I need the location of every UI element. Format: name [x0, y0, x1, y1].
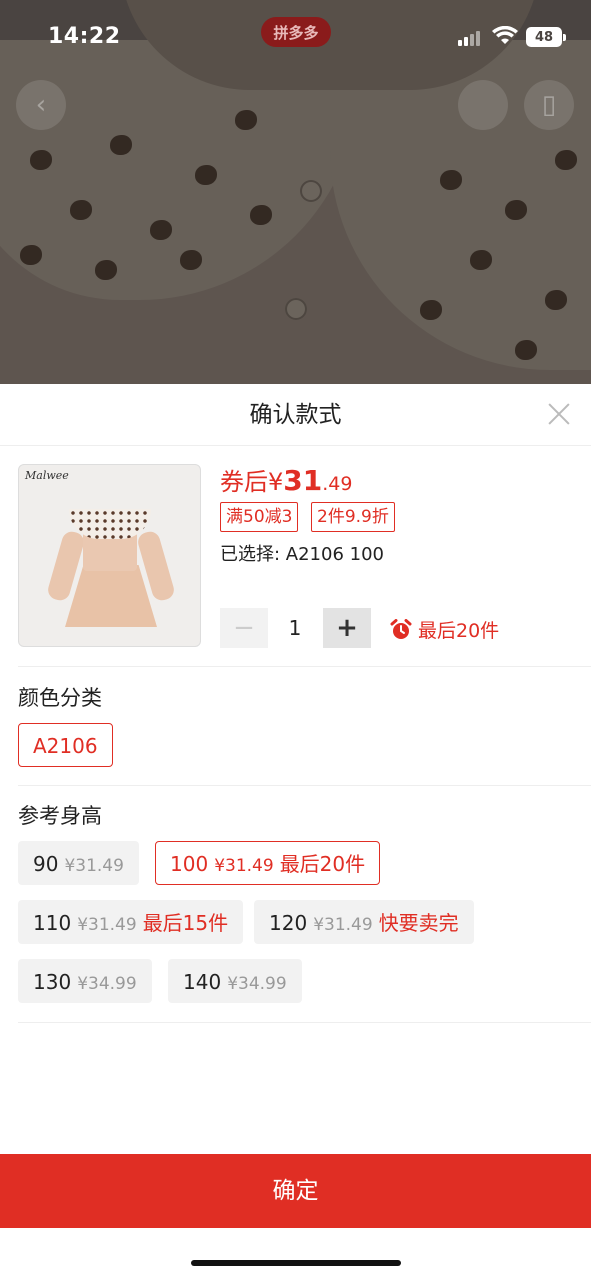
status-time: 14:22 — [48, 24, 121, 49]
size-option-140[interactable]: 140 ¥34.99 — [168, 959, 302, 1003]
status-bar: 14:22 拼多多 48 — [0, 0, 591, 70]
selected-variant-text: 已选择: A2106 100 — [220, 544, 384, 565]
size-option-120[interactable]: 120 ¥31.49 快要卖完 — [254, 900, 474, 944]
size-price: ¥31.49 — [77, 915, 137, 935]
battery-icon: 48 — [526, 27, 566, 47]
promo-badge: 满50减3 — [220, 502, 299, 532]
plus-icon: + — [336, 613, 358, 643]
price: 券后¥31.49 — [220, 462, 352, 497]
stock-warning: 最后20件 — [390, 616, 499, 643]
color-section-title: 颜色分类 — [18, 686, 102, 710]
color-option-label: A2106 — [33, 734, 98, 758]
size-option-100[interactable]: 100 ¥31.49 最后20件 — [155, 841, 381, 885]
confirm-button[interactable]: 确定 — [0, 1154, 591, 1228]
price-currency: ¥ — [268, 468, 284, 496]
back-button[interactable]: ‹ — [16, 80, 66, 130]
size-label: 140 — [183, 970, 222, 994]
size-label: 130 — [33, 970, 72, 994]
size-price: ¥31.49 — [64, 856, 124, 876]
stock-warning-text: 最后20件 — [418, 620, 500, 642]
quantity-decrease-button[interactable]: − — [220, 608, 268, 648]
size-option-130[interactable]: 130 ¥34.99 — [18, 959, 152, 1003]
close-icon[interactable] — [545, 400, 573, 428]
minus-icon: − — [233, 613, 255, 643]
size-option-90[interactable]: 90 ¥31.49 — [18, 841, 139, 885]
size-label: 120 — [269, 911, 308, 935]
cellular-signal-icon — [458, 30, 484, 46]
size-price: ¥34.99 — [227, 974, 287, 994]
size-label: 100 — [170, 852, 209, 876]
home-indicator[interactable] — [191, 1260, 401, 1266]
price-integer: 31 — [283, 464, 323, 497]
size-stock-tag: 快要卖完 — [378, 911, 459, 935]
product-thumbnail[interactable]: Malwee — [18, 464, 201, 647]
divider — [18, 666, 591, 667]
size-price: ¥31.49 — [214, 856, 274, 876]
avatar-button[interactable] — [458, 80, 508, 130]
thumbnail-brand-logo: Malwee — [25, 469, 69, 482]
size-stock-tag: 最后20件 — [279, 852, 366, 876]
quantity-value[interactable]: 1 — [270, 608, 320, 648]
share-icon: ▯ — [541, 90, 557, 120]
price-decimal: .49 — [322, 473, 353, 495]
back-icon: ‹ — [35, 90, 47, 120]
sheet-title: 确认款式 — [0, 384, 591, 446]
app-logo-badge: 拼多多 — [261, 17, 331, 47]
size-price: ¥34.99 — [77, 974, 137, 994]
size-section-title: 参考身高 — [18, 804, 102, 828]
promo-badge: 2件9.9折 — [311, 502, 395, 532]
size-label: 110 — [33, 911, 72, 935]
alarm-clock-icon — [390, 618, 412, 639]
divider — [18, 785, 591, 786]
share-button[interactable]: ▯ — [524, 80, 574, 130]
quantity-increase-button[interactable]: + — [323, 608, 371, 648]
wifi-icon — [492, 26, 518, 44]
color-option-a2106[interactable]: A2106 — [18, 723, 113, 767]
size-label: 90 — [33, 852, 59, 876]
divider — [18, 1022, 591, 1023]
price-label: 券后 — [220, 468, 268, 496]
size-option-110[interactable]: 110 ¥31.49 最后15件 — [18, 900, 244, 944]
size-price: ¥31.49 — [313, 915, 373, 935]
sku-selection-sheet: 确认款式 Malwee 券后¥31.49 满50减3 2件9.9折 已选择: A… — [0, 384, 591, 1280]
battery-level: 48 — [534, 29, 554, 45]
size-stock-tag: 最后15件 — [142, 911, 229, 935]
